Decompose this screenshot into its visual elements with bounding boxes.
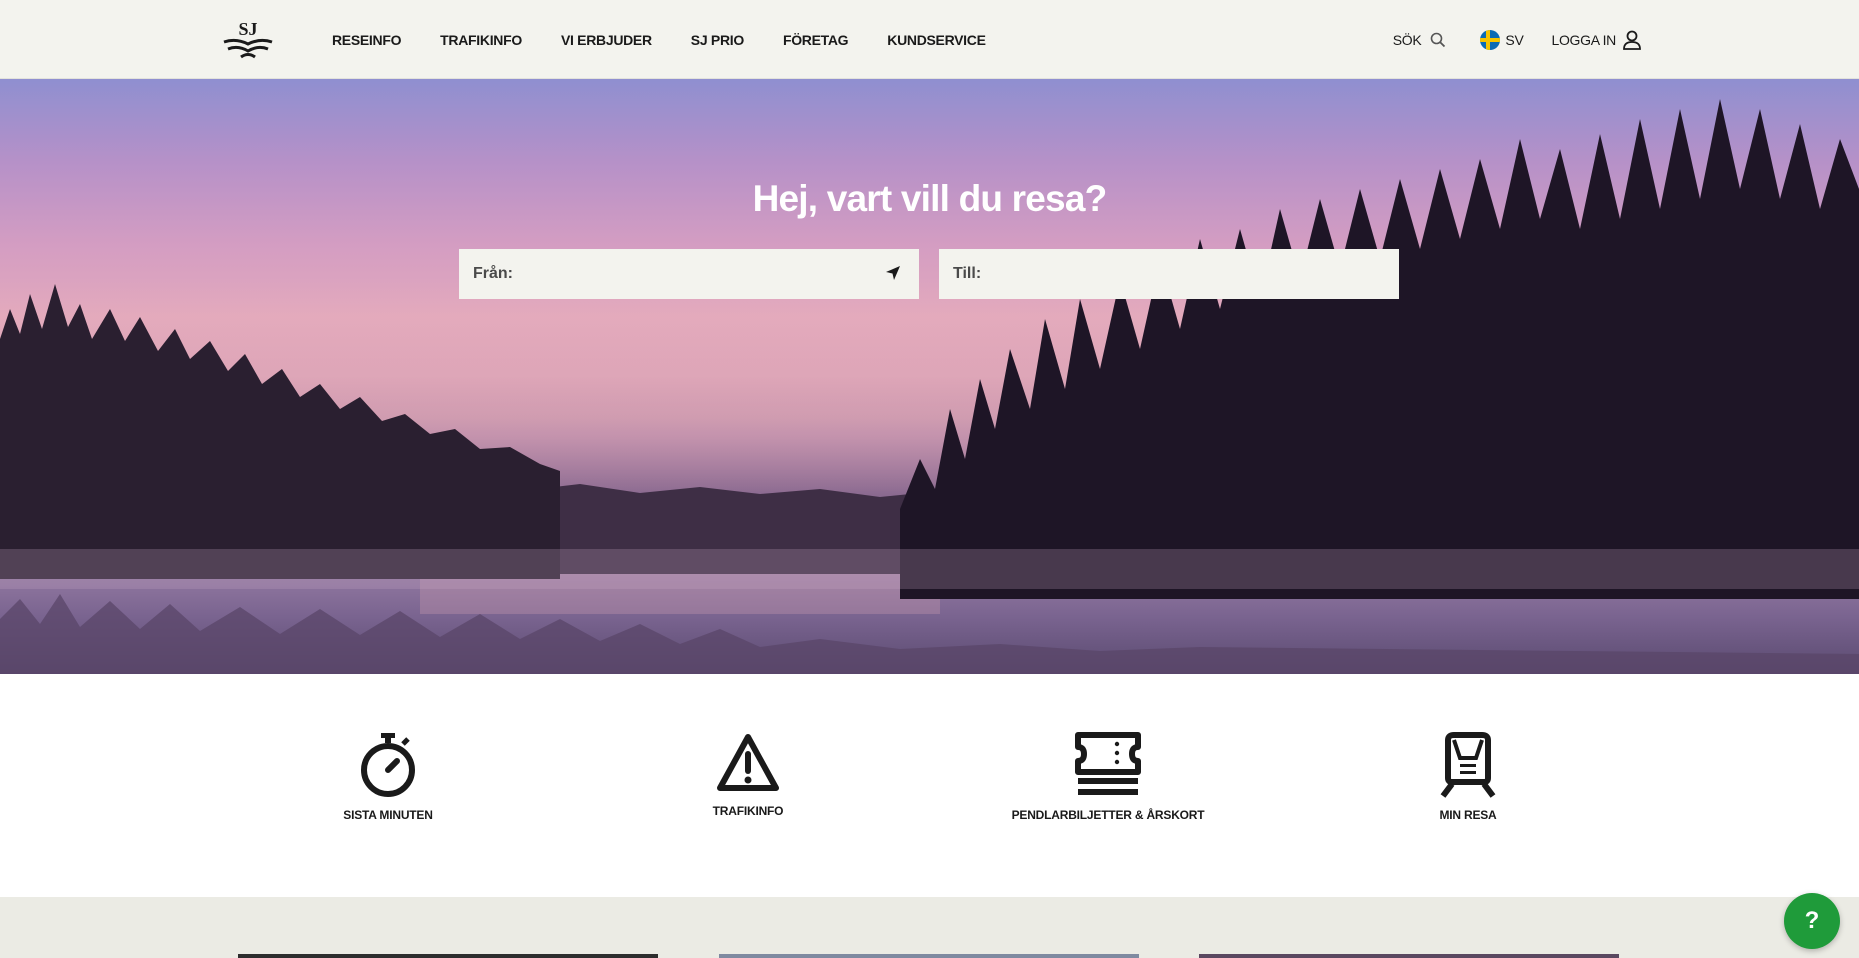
warning-triangle-icon xyxy=(717,734,779,791)
nav-item-foretag[interactable]: FÖRETAG xyxy=(783,32,849,48)
shortcut-pendlarbiljetter[interactable]: PENDLARBILJETTER & ÅRSKORT xyxy=(988,732,1228,822)
shortcut-label: PENDLARBILJETTER & ÅRSKORT xyxy=(1011,808,1205,822)
shortcuts-section: SISTA MINUTEN TRAFIKINFO PENDLARBILJETTE… xyxy=(0,674,1859,897)
shortcut-label: MIN RESA xyxy=(1439,808,1497,822)
sj-logo[interactable]: SJ xyxy=(222,18,274,60)
shortcut-label: SISTA MINUTEN xyxy=(343,808,433,822)
stopwatch-icon xyxy=(361,733,415,797)
main-nav: RESEINFO TRAFIKINFO VI ERBJUDER SJ PRIO … xyxy=(332,0,1025,79)
content-card-edge xyxy=(719,954,1139,958)
to-field[interactable]: Till: xyxy=(939,249,1399,299)
content-card-edge xyxy=(238,954,658,958)
nav-item-kundservice[interactable]: KUNDSERVICE xyxy=(887,32,986,48)
language-label: SV xyxy=(1505,31,1524,48)
shortcut-min-resa[interactable]: MIN RESA xyxy=(1348,732,1588,822)
shortcut-trafikinfo[interactable]: TRAFIKINFO xyxy=(628,732,868,818)
hero-title: Hej, vart vill du resa? xyxy=(752,178,1108,219)
login-label: LOGGA IN xyxy=(1551,31,1616,48)
search-label: SÖK xyxy=(1392,31,1422,48)
hero-background-image xyxy=(0,99,1859,674)
content-preview-band xyxy=(0,897,1859,958)
ticket-stack-icon xyxy=(1075,732,1141,795)
site-header: SJ RESEINFO TRAFIKINFO VI ERBJUDER SJ PR… xyxy=(0,0,1859,79)
logo-text: SJ xyxy=(238,19,257,39)
location-arrow-icon[interactable] xyxy=(885,265,901,281)
train-icon xyxy=(1440,732,1496,798)
shortcut-label: TRAFIKINFO xyxy=(712,804,784,818)
nav-item-sj-prio[interactable]: SJ PRIO xyxy=(691,32,744,48)
login-button[interactable]: LOGGA IN xyxy=(1551,30,1642,50)
header-actions: SÖK SV LOGGA IN xyxy=(1393,0,1642,79)
nav-item-reseinfo[interactable]: RESEINFO xyxy=(332,32,401,48)
nav-item-vi-erbjuder[interactable]: VI ERBJUDER xyxy=(561,32,652,48)
user-icon xyxy=(1623,30,1641,50)
shortcut-sista-minuten[interactable]: SISTA MINUTEN xyxy=(268,732,508,822)
content-card-edge xyxy=(1199,954,1619,958)
language-selector[interactable]: SV xyxy=(1480,29,1524,50)
search-button[interactable]: SÖK xyxy=(1393,32,1447,48)
from-field[interactable]: Från: xyxy=(459,249,919,299)
hero-banner: Hej, vart vill du resa? Från: Till: xyxy=(0,79,1859,674)
help-button[interactable]: ? xyxy=(1784,893,1840,949)
search-icon xyxy=(1431,32,1446,47)
swedish-flag-icon xyxy=(1480,29,1501,50)
nav-item-trafikinfo[interactable]: TRAFIKINFO xyxy=(440,32,522,48)
